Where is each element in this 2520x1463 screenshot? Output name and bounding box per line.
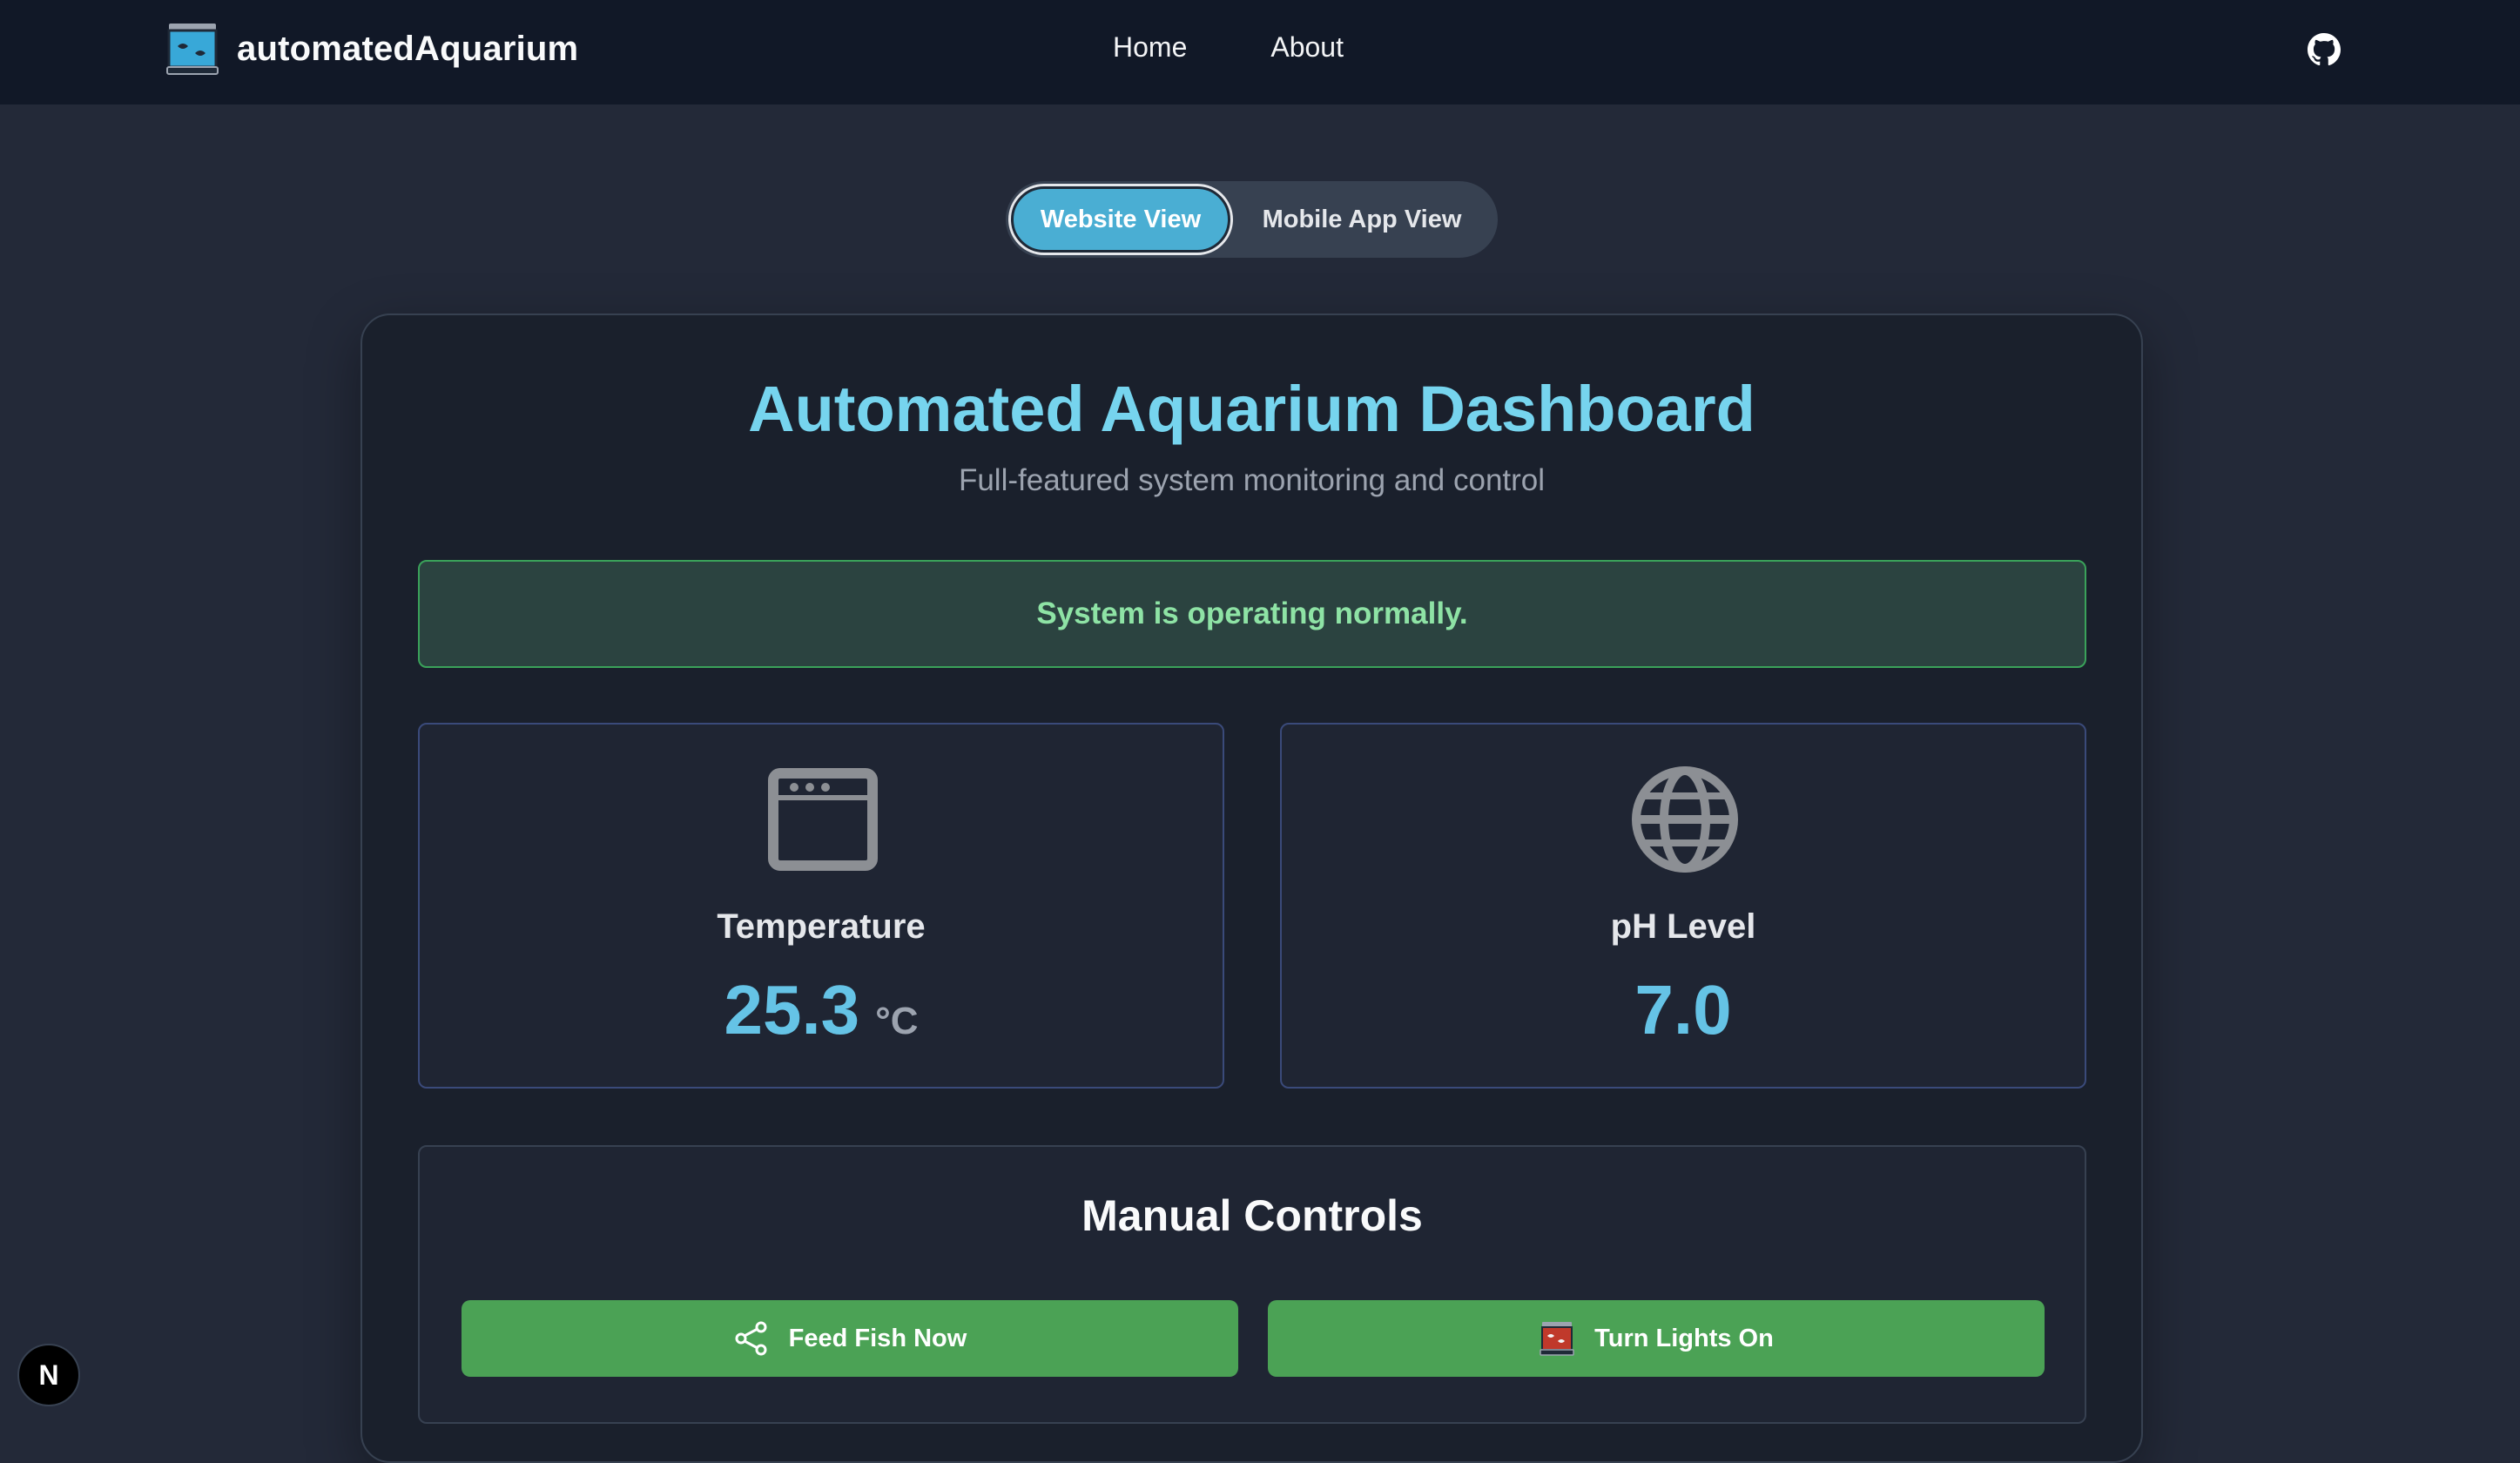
mobile-app-view-button[interactable]: Mobile App View — [1236, 186, 1488, 253]
nav-link-about[interactable]: About — [1270, 31, 1344, 64]
temperature-card: Temperature 25.3 °C — [418, 723, 1224, 1089]
view-toggle: Website View Mobile App View — [1006, 181, 1498, 258]
aquarium-logo-icon — [166, 24, 219, 75]
dashboard-subtitle: Full-featured system monitoring and cont… — [958, 463, 1546, 497]
feed-fish-button[interactable]: Feed Fish Now — [462, 1300, 1238, 1377]
nav-links: Home About — [1113, 31, 1344, 64]
globe-icon — [1632, 766, 1738, 873]
status-banner: System is operating normally. — [418, 560, 2086, 668]
aquarium-icon — [1540, 1322, 1574, 1356]
website-view-button[interactable]: Website View — [1011, 186, 1230, 253]
manual-controls-card: Manual Controls Feed Fish Now Turn Light… — [418, 1145, 2086, 1424]
ph-label: pH Level — [1610, 907, 1756, 946]
brand-name: automatedAquarium — [237, 29, 579, 68]
temperature-value-row: 25.3 °C — [420, 970, 1223, 1050]
manual-controls-title: Manual Controls — [1081, 1191, 1423, 1240]
brand[interactable]: automatedAquarium — [165, 21, 578, 77]
feed-fish-label: Feed Fish Now — [788, 1324, 967, 1352]
dashboard-title: Automated Aquarium Dashboard — [748, 373, 1755, 445]
ph-value-row: 7.0 — [1282, 970, 2085, 1050]
ph-value: 7.0 — [1634, 971, 1732, 1048]
share-icon — [735, 1321, 767, 1356]
temperature-label: Temperature — [717, 907, 926, 946]
temperature-unit: °C — [875, 1000, 919, 1042]
github-icon[interactable] — [2308, 33, 2341, 66]
ph-card: pH Level 7.0 — [1280, 723, 2086, 1089]
turn-lights-on-button[interactable]: Turn Lights On — [1268, 1300, 2045, 1377]
dashboard-panel: Automated Aquarium Dashboard Full-featur… — [360, 314, 2143, 1463]
turn-lights-on-label: Turn Lights On — [1594, 1324, 1774, 1352]
top-navbar: automatedAquarium Home About — [0, 0, 2520, 104]
thermometer-window-icon — [768, 768, 878, 871]
nextjs-dev-badge[interactable]: N — [17, 1344, 80, 1406]
nav-link-home[interactable]: Home — [1113, 31, 1187, 64]
temperature-value: 25.3 — [724, 971, 860, 1048]
